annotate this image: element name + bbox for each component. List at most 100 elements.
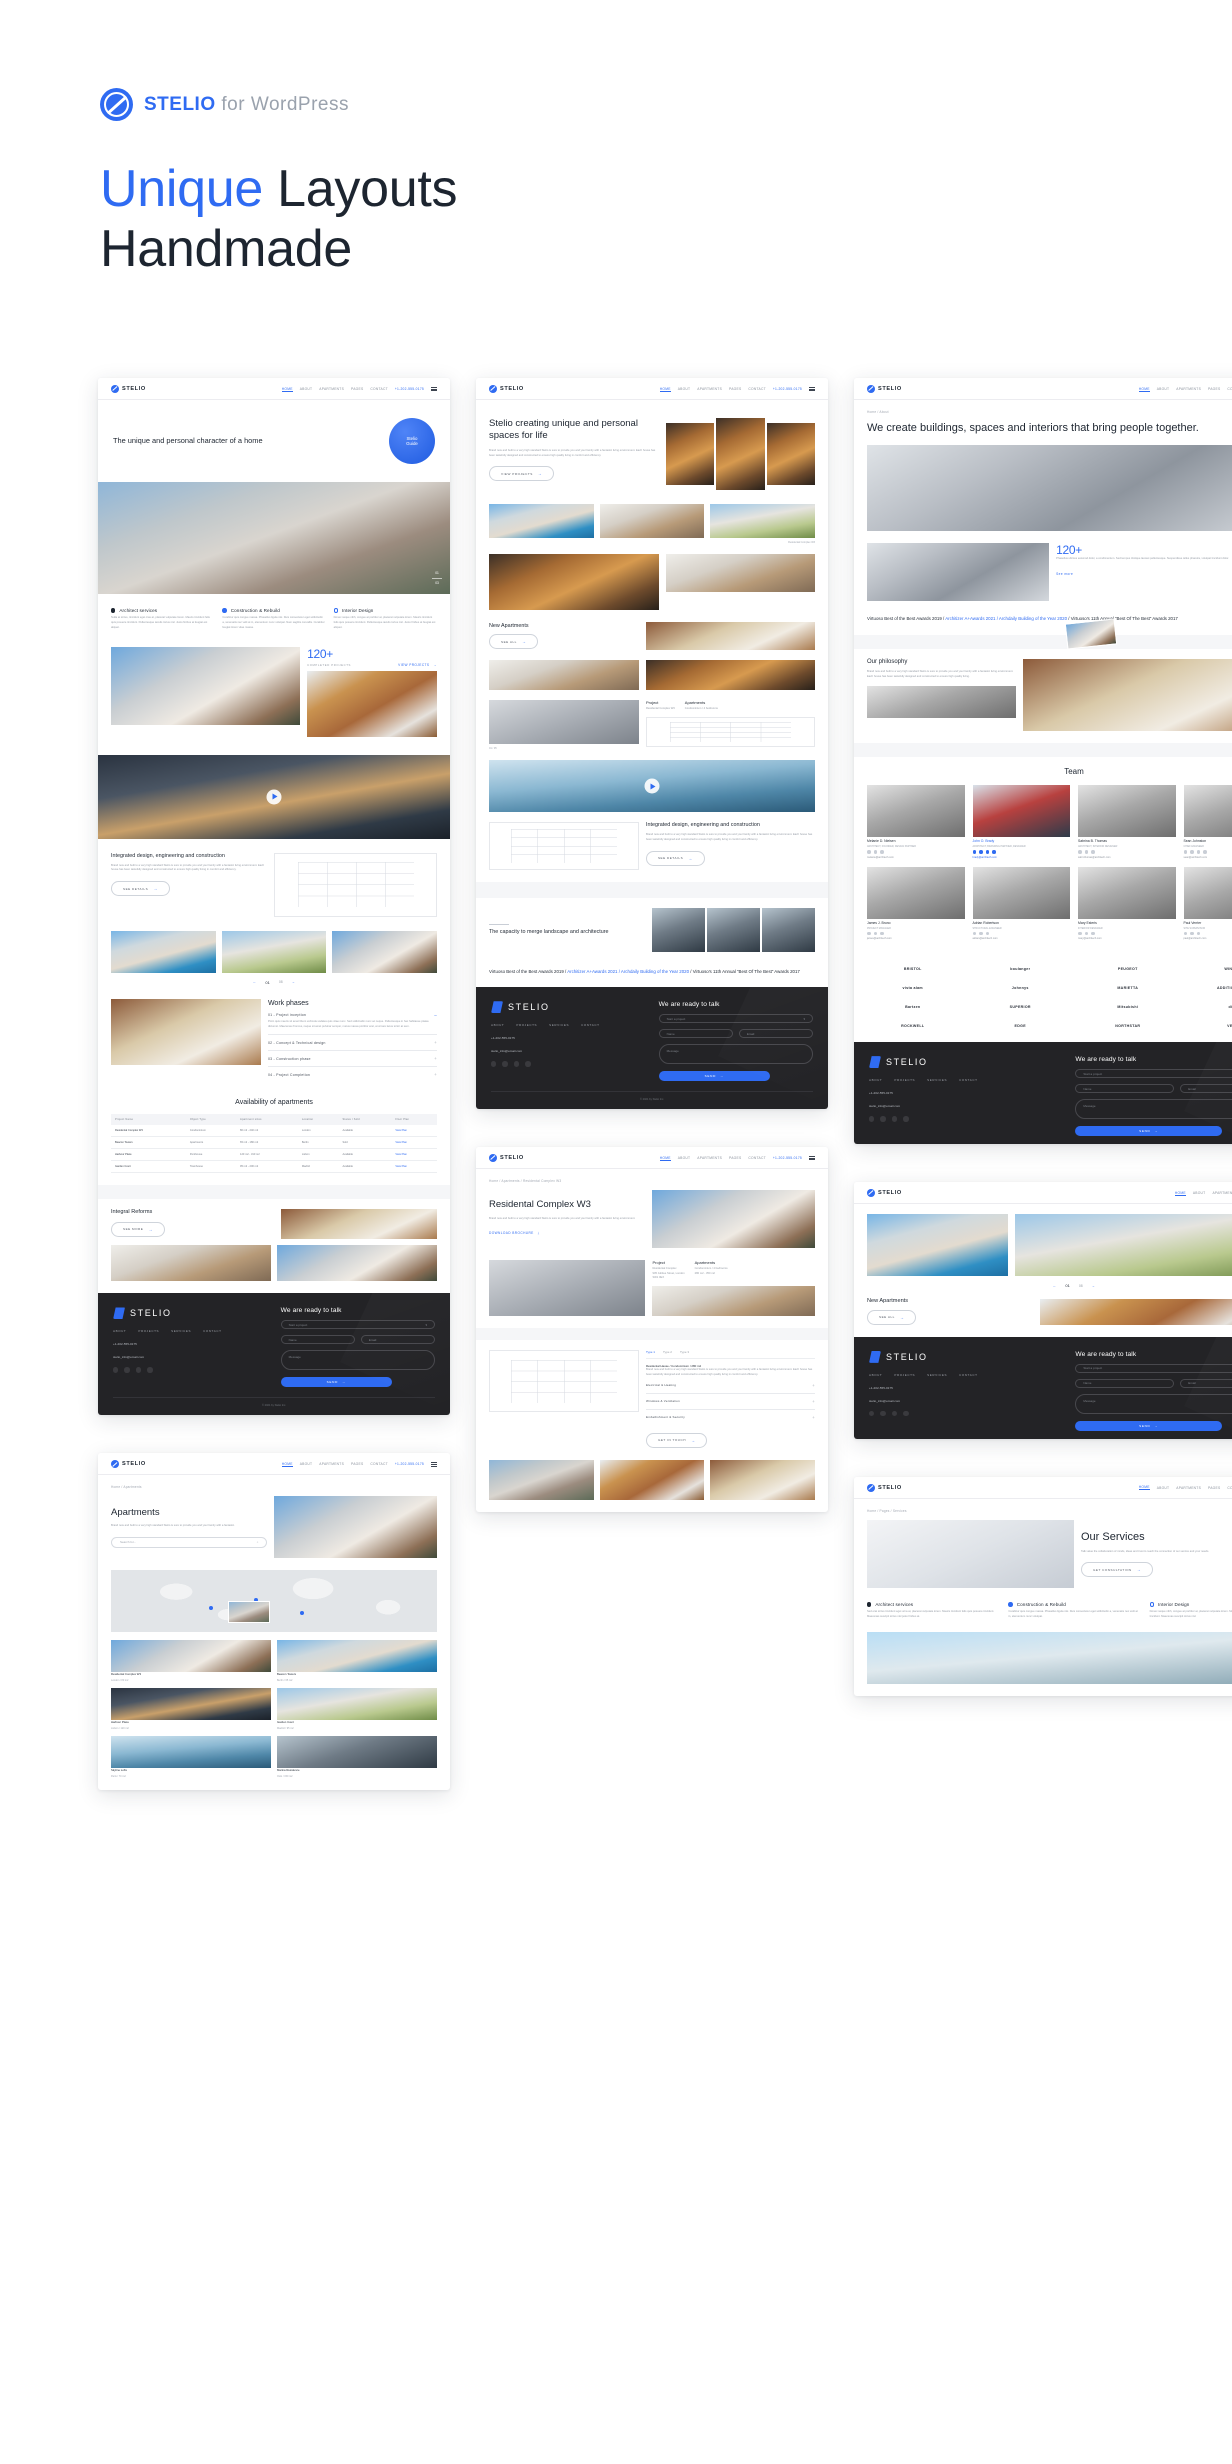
nav-item-about[interactable]: ABOUT xyxy=(300,1462,313,1466)
service-card[interactable]: Architect services Sed erat tortus tinci… xyxy=(867,1602,998,1620)
nav-item-home[interactable]: HOME xyxy=(659,387,671,392)
nav-item-pages[interactable]: PAGES xyxy=(351,387,363,391)
menu-burger-icon[interactable] xyxy=(809,1156,815,1161)
awards-part2[interactable]: Architizer A+Awards 2021 / Archdaily Bui… xyxy=(567,969,689,974)
phase-item[interactable]: 04 - Project Completion + xyxy=(268,1067,437,1082)
mockup-complex[interactable]: STELIO HOME ABOUT APARTMENTS PAGES CONTA… xyxy=(476,1147,828,1512)
gallery-image[interactable] xyxy=(489,660,639,690)
get-in-touch-button[interactable]: GET IN TOUCH → xyxy=(645,1432,708,1448)
name-field[interactable]: Name xyxy=(1075,1084,1175,1094)
nav-item-pages[interactable]: PAGES xyxy=(1208,387,1220,391)
member-email[interactable]: melanie@architech.com xyxy=(867,856,965,859)
list-item[interactable]: Marina Residence Oslo / 150 m2 xyxy=(277,1736,437,1778)
nav-logo[interactable]: STELIO xyxy=(489,1154,524,1163)
reforms-image[interactable] xyxy=(111,1245,271,1282)
site-nav[interactable]: STELIO HOME ABOUT APARTMENTS PAGES CONTA… xyxy=(98,378,450,400)
play-icon[interactable] xyxy=(266,789,282,805)
nav-item-contact[interactable]: CONTACT xyxy=(748,387,765,391)
menu-burger-icon[interactable] xyxy=(431,387,437,391)
mockup-creating[interactable]: STELIO HOME ABOUT APARTMENTS PAGES CONTA… xyxy=(476,378,828,1110)
email-field[interactable]: Email xyxy=(360,1335,436,1345)
project-select[interactable]: Start a project▾ xyxy=(1075,1363,1232,1373)
message-field[interactable]: Message xyxy=(1075,1099,1232,1120)
map-pin[interactable] xyxy=(208,1606,213,1611)
gallery-image[interactable] xyxy=(710,504,815,538)
social-links[interactable] xyxy=(491,1061,633,1067)
footer-link-contact[interactable]: CONTACT xyxy=(203,1329,221,1333)
footer-phone[interactable]: +1-202-555-0175 xyxy=(113,1342,255,1346)
nav-logo[interactable]: STELIO xyxy=(489,385,524,393)
footer-email[interactable]: stelio_info@email.com xyxy=(491,1049,633,1053)
mockup-about[interactable]: STELIO HOME ABOUT APARTMENTS PAGES CONTA… xyxy=(854,378,1232,1145)
gallery-image[interactable] xyxy=(710,1459,815,1500)
footer-phone[interactable]: +1-202-555-0175 xyxy=(869,1091,1049,1095)
gallery-image[interactable] xyxy=(599,504,705,538)
nav-menu[interactable]: HOME ABOUT APARTMENTS PAGES CONTACT +1-2… xyxy=(1138,387,1232,392)
footer-links[interactable]: ABOUT PROJECTS SERVICES CONTACT xyxy=(113,1329,255,1333)
nav-phone[interactable]: +1-202-555-0175 xyxy=(395,387,424,391)
footer-links[interactable]: ABOUT PROJECTS SERVICES CONTACT xyxy=(491,1023,633,1027)
tab-type3[interactable]: Type 3 xyxy=(680,1350,689,1354)
mockup-apartments[interactable]: STELIO HOME ABOUT APARTMENTS PAGES CONTA… xyxy=(98,1453,450,1791)
footer-email[interactable]: stelio_info@email.com xyxy=(869,1399,1049,1403)
gallery-pager[interactable]: ← 01 08 → xyxy=(111,980,437,985)
mockup-home[interactable]: STELIO HOME ABOUT APARTMENTS PAGES CONTA… xyxy=(98,378,450,1416)
get-consultation-button[interactable]: GET CONSULTATION → xyxy=(1081,1562,1154,1578)
twitter-icon[interactable] xyxy=(880,1116,886,1122)
message-field[interactable]: Message xyxy=(280,1350,435,1371)
member-email[interactable]: james@architech.com xyxy=(867,937,965,940)
reforms-image[interactable] xyxy=(277,1245,437,1282)
team-member-card[interactable]: Sabrina B. Thomas ARCHITECT, INTERIOR DE… xyxy=(1078,784,1176,859)
nav-item-about[interactable]: ABOUT xyxy=(678,387,691,391)
site-nav[interactable]: STELIO HOME ABOUT APARTMENTS PAGES CONTA… xyxy=(476,1147,828,1170)
twitter-icon[interactable] xyxy=(502,1061,508,1067)
play-icon[interactable] xyxy=(644,778,660,794)
see-all-button[interactable]: SEE ALL → xyxy=(867,1309,917,1325)
mockup-gallery[interactable]: STELIO HOME ABOUT APARTMENTS PAGES CONTA… xyxy=(854,1182,1232,1439)
footer-logo[interactable]: STELIO xyxy=(491,1001,633,1014)
team-member-card[interactable]: Mary Esteris INTERIOR DESIGNER mary@arch… xyxy=(1078,866,1176,940)
member-email[interactable]: brady@architech.com xyxy=(973,856,1071,859)
name-field[interactable]: Name xyxy=(280,1335,355,1345)
footer-links[interactable]: ABOUT PROJECTS SERVICES CONTACT xyxy=(869,1078,1049,1082)
site-nav[interactable]: STELIO HOME ABOUT APARTMENTS PAGES CONTA… xyxy=(476,378,828,400)
see-details-button[interactable]: SEE DETAILS → xyxy=(645,850,705,866)
social-links[interactable] xyxy=(113,1367,255,1373)
nav-item-home[interactable]: HOME xyxy=(281,1462,293,1467)
site-nav[interactable]: STELIO HOME ABOUT APARTMENTS PAGES CONTA… xyxy=(854,1476,1232,1499)
service-card[interactable]: Construction & Rebuild Curabitur quis co… xyxy=(222,608,325,631)
send-button[interactable]: SEND → xyxy=(280,1377,392,1388)
twitter-icon[interactable] xyxy=(880,1410,886,1417)
team-member-card[interactable]: Sean Johnston CHIEF ENGINEER sean@archit… xyxy=(1183,784,1232,859)
facebook-icon[interactable] xyxy=(869,1410,875,1417)
footer-link-projects[interactable]: PROJECTS xyxy=(138,1329,159,1333)
nav-menu[interactable]: HOME ABOUT APARTMENTS PAGES CONTACT +1-2… xyxy=(1138,1485,1232,1491)
member-email[interactable]: mary@architech.com xyxy=(1078,937,1176,940)
nav-item-pages[interactable]: PAGES xyxy=(729,387,741,391)
nav-item-contact[interactable]: CONTACT xyxy=(748,1156,765,1160)
tumblr-icon[interactable] xyxy=(525,1061,531,1067)
footer-email[interactable]: stelio_info@email.com xyxy=(113,1355,255,1359)
list-item[interactable]: Garden Court Madrid / 95 m2 xyxy=(277,1688,437,1730)
social-links[interactable] xyxy=(869,1410,1049,1417)
gallery-image[interactable] xyxy=(332,930,437,973)
table-row[interactable]: Garden Court Townhouse 95 m2 - 200 m2 Ma… xyxy=(111,1160,437,1174)
nav-item-about[interactable]: ABOUT xyxy=(1157,387,1170,391)
instagram-icon[interactable] xyxy=(513,1061,520,1067)
mockup-services[interactable]: STELIO HOME ABOUT APARTMENTS PAGES CONTA… xyxy=(854,1476,1232,1696)
nav-item-home[interactable]: HOME xyxy=(1138,1485,1150,1491)
service-card[interactable]: Interior Design Donec neque nibh, congue… xyxy=(333,608,437,631)
view-projects-button[interactable]: VIEW PROJECTS → xyxy=(489,466,555,482)
contact-form[interactable]: We are ready to talk Start a project ▾ N… xyxy=(280,1307,436,1388)
contact-form[interactable]: We are ready to talk Start a project▾ Na… xyxy=(658,1001,814,1082)
nav-logo[interactable]: STELIO xyxy=(111,385,146,393)
member-email[interactable]: sabri.thomas@architech.com xyxy=(1078,856,1176,859)
footer-logo[interactable]: STELIO xyxy=(869,1350,1049,1363)
project-select[interactable]: Start a project▾ xyxy=(658,1014,813,1024)
footer-links[interactable]: ABOUT PROJECTS SERVICES CONTACT xyxy=(869,1373,1049,1377)
footer-phone[interactable]: +1-202-555-0175 xyxy=(491,1036,633,1040)
video-banner[interactable] xyxy=(98,754,450,839)
map-preview-card[interactable] xyxy=(228,1601,271,1624)
instagram-icon[interactable] xyxy=(135,1367,142,1373)
service-card[interactable]: Architect services Nulla at tortus, tinc… xyxy=(111,608,214,631)
